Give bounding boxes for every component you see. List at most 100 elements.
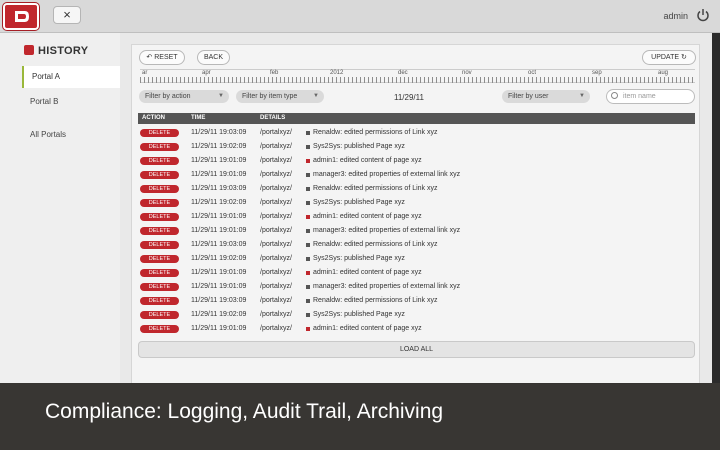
- delete-action-badge[interactable]: DELETE: [140, 185, 179, 193]
- table-row[interactable]: DELETE 11/29/11 19:01:09/portalxyz/manage…: [138, 280, 695, 294]
- timeline-label: oct: [528, 70, 537, 76]
- history-title-label: HISTORY: [38, 45, 89, 57]
- row-details: Renaldw: edited permissions of Link xyz: [313, 129, 438, 136]
- delete-action-badge[interactable]: DELETE: [140, 199, 179, 207]
- table-row[interactable]: DELETE 11/29/11 19:01:09/portalxyz/manage…: [138, 224, 695, 238]
- user-marker-icon: [306, 131, 310, 135]
- row-time: 11/29/11 19:01:09: [191, 283, 247, 290]
- row-details: Sys2Sys: published Page xyz: [313, 311, 405, 318]
- delete-action-badge[interactable]: DELETE: [140, 157, 179, 165]
- close-button[interactable]: ×: [53, 6, 81, 24]
- row-details: Sys2Sys: published Page xyz: [313, 143, 405, 150]
- timeline-label: apr: [202, 70, 211, 76]
- user-marker-icon: [306, 285, 310, 289]
- filter-user-select[interactable]: Filter by user ▼: [502, 90, 590, 103]
- refresh-icon: ↻: [679, 54, 687, 61]
- user-marker-icon: [306, 215, 310, 219]
- logo-icon: [15, 11, 29, 22]
- filter-item-type-select[interactable]: Filter by item type ▼: [236, 90, 324, 103]
- user-marker-icon: [306, 327, 310, 331]
- power-icon[interactable]: [696, 8, 710, 22]
- row-time: 11/29/11 19:02:09: [191, 311, 247, 318]
- table-row[interactable]: DELETE 11/29/11 19:02:09/portalxyz/Sys2Sy…: [138, 196, 695, 210]
- main-panel: ↶ RESET BACK UPDATE ↻ ar apr feb 2012 de…: [131, 44, 700, 384]
- reset-button[interactable]: ↶ RESET: [139, 50, 185, 65]
- table-row[interactable]: DELETE 11/29/11 19:02:09/portalxyz/Sys2Sy…: [138, 252, 695, 266]
- filter-action-select[interactable]: Filter by action ▼: [139, 90, 229, 103]
- column-header-time: TIME: [191, 115, 206, 121]
- table-row[interactable]: DELETE 11/29/11 19:02:09/portalxyz/Sys2Sy…: [138, 308, 695, 322]
- table-row[interactable]: DELETE 11/29/11 19:01:09/portalxyz/admin1…: [138, 266, 695, 280]
- sidebar-item-portal-b[interactable]: Portal B: [22, 91, 120, 113]
- filter-item-type-label: Filter by item type: [242, 93, 298, 100]
- table-row[interactable]: DELETE 11/29/11 19:03:09/portalxyz/Renald…: [138, 294, 695, 308]
- table-row[interactable]: DELETE 11/29/11 19:01:09/portalxyz/admin1…: [138, 210, 695, 224]
- scrollbar[interactable]: [712, 33, 720, 383]
- delete-action-badge[interactable]: DELETE: [140, 241, 179, 249]
- timeline-label: ar: [142, 70, 148, 76]
- row-details: admin1: edited content of page xyz: [313, 157, 422, 164]
- caption-banner: Compliance: Logging, Audit Trail, Archiv…: [0, 383, 720, 450]
- user-marker-icon: [306, 173, 310, 177]
- table-row[interactable]: DELETE 11/29/11 19:03:09/portalxyz/Renald…: [138, 126, 695, 140]
- row-details: manager3: edited properties of external …: [313, 227, 461, 234]
- user-marker-icon: [306, 299, 310, 303]
- update-label: UPDATE: [651, 54, 680, 61]
- chevron-down-icon: ▼: [313, 93, 319, 99]
- row-site: /portalxyz/: [260, 199, 292, 206]
- sidebar-item-all-portals[interactable]: All Portals: [22, 124, 120, 146]
- row-details: admin1: edited content of page xyz: [313, 213, 422, 220]
- row-details: admin1: edited content of page xyz: [313, 269, 422, 276]
- delete-action-badge[interactable]: DELETE: [140, 171, 179, 179]
- row-site: /portalxyz/: [260, 269, 292, 276]
- row-time: 11/29/11 19:01:09: [191, 157, 247, 164]
- row-time: 11/29/11 19:01:09: [191, 269, 247, 276]
- table-row[interactable]: DELETE 11/29/11 19:01:09/portalxyz/admin1…: [138, 322, 695, 336]
- table-row[interactable]: DELETE 11/29/11 19:03:09/portalxyz/Renald…: [138, 238, 695, 252]
- delete-action-badge[interactable]: DELETE: [140, 129, 179, 137]
- column-header-details: DETAILS: [260, 115, 286, 121]
- sidebar: HISTORY Portal A Portal B All Portals: [0, 33, 120, 383]
- row-details: Sys2Sys: published Page xyz: [313, 199, 405, 206]
- timeline-label: dec: [398, 70, 408, 76]
- delete-action-badge[interactable]: DELETE: [140, 255, 179, 263]
- table-row[interactable]: DELETE 11/29/11 19:01:09/portalxyz/admin1…: [138, 154, 695, 168]
- user-marker-icon: [306, 271, 310, 275]
- delete-action-badge[interactable]: DELETE: [140, 143, 179, 151]
- timeline-label: 2012: [330, 70, 344, 76]
- row-time: 11/29/11 19:02:09: [191, 143, 247, 150]
- user-marker-icon: [306, 145, 310, 149]
- row-site: /portalxyz/: [260, 283, 292, 290]
- load-all-button[interactable]: LOAD ALL: [138, 341, 695, 358]
- table-row[interactable]: DELETE 11/29/11 19:03:09/portalxyz/Renald…: [138, 182, 695, 196]
- user-marker-icon: [306, 187, 310, 191]
- row-details: Renaldw: edited permissions of Link xyz: [313, 185, 438, 192]
- row-time: 11/29/11 19:01:09: [191, 325, 247, 332]
- date-label: 11/29/11: [394, 93, 424, 102]
- row-time: 11/29/11 19:03:09: [191, 241, 247, 248]
- table-row[interactable]: DELETE 11/29/11 19:01:09/portalxyz/manage…: [138, 168, 695, 182]
- row-details: Renaldw: edited permissions of Link xyz: [313, 297, 438, 304]
- back-button[interactable]: BACK: [197, 50, 230, 65]
- delete-action-badge[interactable]: DELETE: [140, 213, 179, 221]
- timeline-ticks: [140, 77, 695, 83]
- column-header-action: ACTION: [142, 115, 165, 121]
- delete-action-badge[interactable]: DELETE: [140, 297, 179, 305]
- chevron-down-icon: ▼: [579, 93, 585, 99]
- timeline-label: sep: [592, 70, 602, 76]
- row-site: /portalxyz/: [260, 171, 292, 178]
- delete-action-badge[interactable]: DELETE: [140, 325, 179, 333]
- delete-action-badge[interactable]: DELETE: [140, 227, 179, 235]
- user-name[interactable]: admin: [663, 11, 688, 21]
- delete-action-badge[interactable]: DELETE: [140, 269, 179, 277]
- row-details: Sys2Sys: published Page xyz: [313, 255, 405, 262]
- delete-action-badge[interactable]: DELETE: [140, 311, 179, 319]
- timeline-bar[interactable]: ar apr feb 2012 dec nov oct sep aug: [140, 69, 695, 83]
- update-button[interactable]: UPDATE ↻: [642, 50, 696, 65]
- app-logo[interactable]: [3, 3, 39, 30]
- sidebar-item-portal-a[interactable]: Portal A: [22, 66, 120, 88]
- search-input[interactable]: item name: [606, 89, 695, 104]
- delete-action-badge[interactable]: DELETE: [140, 283, 179, 291]
- table-row[interactable]: DELETE 11/29/11 19:02:09/portalxyz/Sys2Sy…: [138, 140, 695, 154]
- timeline-label: aug: [658, 70, 669, 76]
